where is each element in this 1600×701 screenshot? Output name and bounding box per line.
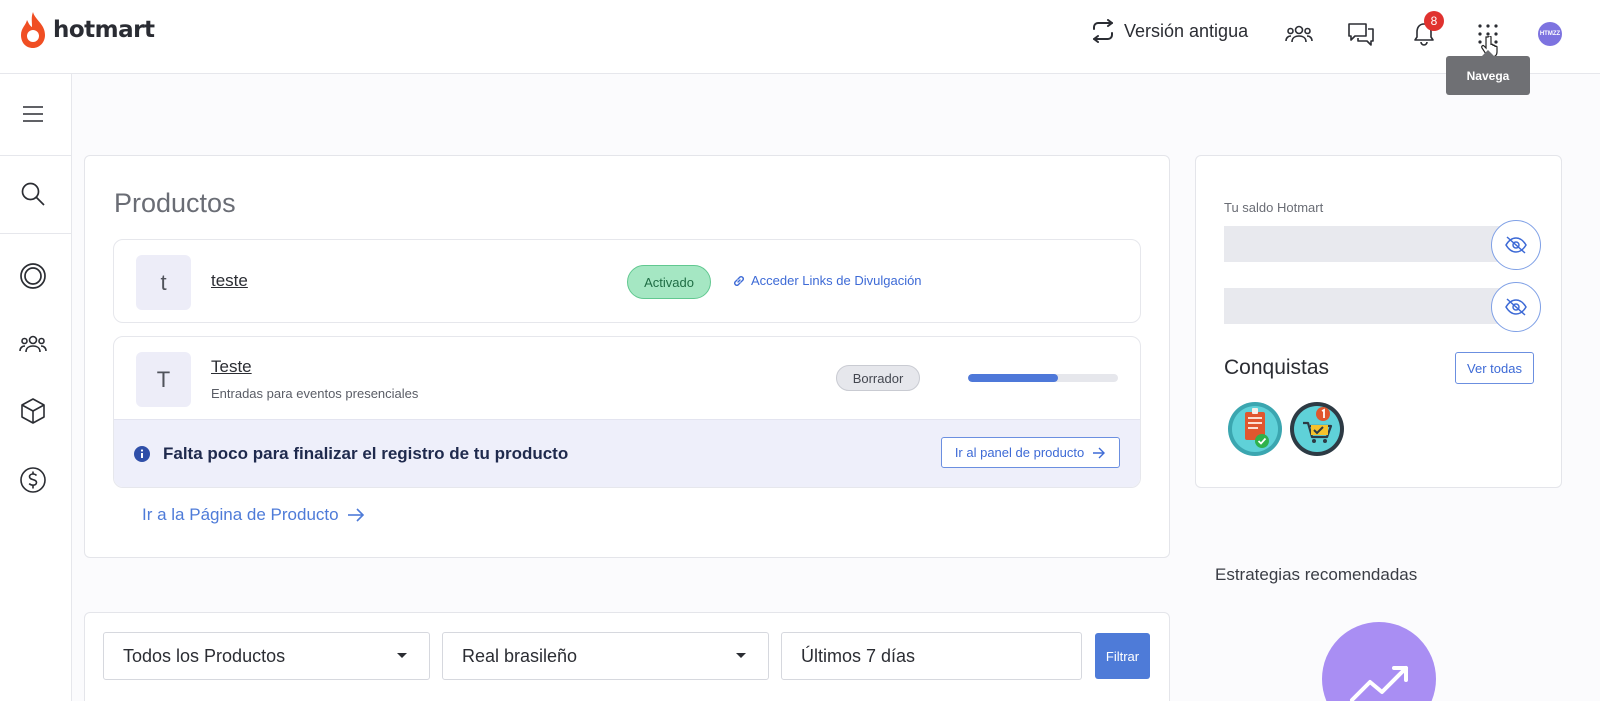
product-thumbnail: T xyxy=(136,352,191,407)
currency-filter-value: Real brasileño xyxy=(462,645,578,666)
currency-filter-select[interactable]: Real brasileño xyxy=(442,632,769,680)
filters-card: Todos los Productos Real brasileño Últim… xyxy=(84,612,1170,701)
see-all-achievements-button[interactable]: Ver todas xyxy=(1455,352,1534,384)
sidebar-item-goals[interactable] xyxy=(16,259,50,293)
product-page-link[interactable]: Ir a la Página de Producto xyxy=(142,505,365,525)
sidebar xyxy=(0,74,72,701)
link-icon xyxy=(734,275,744,286)
dollar-icon xyxy=(20,467,46,493)
certificate-achievement-icon[interactable] xyxy=(1227,401,1283,457)
products-card: Productos t teste Activado Acceder Links… xyxy=(84,155,1170,558)
product-filter-select[interactable]: Todos los Productos xyxy=(103,632,430,680)
sidebar-divider xyxy=(0,233,71,234)
hotmart-logo[interactable]: hotmart xyxy=(17,10,155,50)
avatar[interactable]: HTMZZ xyxy=(1538,22,1562,46)
sidebar-item-community[interactable] xyxy=(16,327,50,361)
users-icon xyxy=(1285,25,1313,43)
status-badge: Borrador xyxy=(836,365,920,391)
search-icon xyxy=(21,182,45,206)
balance-label: Tu saldo Hotmart xyxy=(1224,200,1324,215)
eye-off-icon xyxy=(1505,236,1527,254)
menu-icon xyxy=(23,106,43,122)
balance-hidden-value xyxy=(1224,288,1504,324)
eye-off-icon xyxy=(1505,298,1527,316)
target-icon xyxy=(20,263,46,289)
switch-icon xyxy=(1093,19,1113,43)
products-title: Productos xyxy=(114,188,236,218)
box-icon xyxy=(21,398,45,424)
old-version-label: Versión antigua xyxy=(1124,20,1249,41)
product-name-link[interactable]: teste xyxy=(211,271,248,291)
messages-button[interactable] xyxy=(1345,20,1377,48)
notification-badge: 8 xyxy=(1424,11,1444,31)
balance-hidden-value xyxy=(1224,226,1504,262)
caret-down-icon xyxy=(736,653,746,658)
product-thumbnail: t xyxy=(136,255,191,310)
recommended-strategies-title: Estrategias recomendadas xyxy=(1215,565,1418,584)
product-filter-value: Todos los Productos xyxy=(123,645,286,666)
product-page-label: Ir a la Página de Producto xyxy=(142,505,339,524)
balance-card: Tu saldo Hotmart Conquistas Ver todas xyxy=(1195,155,1562,488)
flame-logo-icon xyxy=(21,12,45,48)
chat-icon xyxy=(1348,23,1374,46)
registration-progress xyxy=(968,374,1118,382)
affiliate-links-link[interactable]: Acceder Links de Divulgación xyxy=(732,273,922,288)
navigation-tooltip: Navega xyxy=(1446,50,1530,95)
product-type: Entradas para eventos presenciales xyxy=(211,386,419,401)
sidebar-divider xyxy=(0,155,71,156)
logo-text: hotmart xyxy=(53,17,155,43)
community-button[interactable] xyxy=(1283,20,1315,48)
achievements-title: Conquistas xyxy=(1224,356,1330,379)
product-panel-label: Ir al panel de producto xyxy=(954,445,1085,460)
affiliate-links-label: Acceder Links de Divulgación xyxy=(751,273,922,288)
period-filter-input[interactable]: Últimos 7 días xyxy=(781,632,1082,680)
product-name-link[interactable]: Teste xyxy=(211,357,252,377)
product-panel-button[interactable]: Ir al panel de producto xyxy=(941,437,1120,468)
sidebar-search-button[interactable] xyxy=(16,177,50,211)
old-version-button[interactable]: Versión antigua xyxy=(1090,19,1248,43)
sidebar-item-products[interactable] xyxy=(16,394,50,428)
first-sale-achievement-icon[interactable] xyxy=(1289,401,1345,457)
alert-message: Falta poco para finalizar el registro de… xyxy=(163,444,569,463)
filter-button[interactable]: Filtrar xyxy=(1095,633,1150,679)
strategy-card-image[interactable] xyxy=(1322,622,1436,701)
users-icon xyxy=(19,335,47,353)
trending-up-icon xyxy=(1350,666,1408,701)
registration-progress-fill xyxy=(968,374,1058,382)
sidebar-item-sales[interactable] xyxy=(16,463,50,497)
arrow-right-icon xyxy=(1093,447,1106,458)
product-row: t teste Activado Acceder Links de Divulg… xyxy=(113,239,1141,323)
toggle-balance-visibility-button[interactable] xyxy=(1491,220,1541,270)
status-badge: Activado xyxy=(627,265,711,299)
toggle-balance-visibility-button[interactable] xyxy=(1491,282,1541,332)
period-filter-value: Últimos 7 días xyxy=(801,645,916,666)
registration-alert: Falta poco para finalizar el registro de… xyxy=(114,419,1140,487)
menu-toggle-button[interactable] xyxy=(16,97,50,131)
caret-down-icon xyxy=(397,653,407,658)
arrow-right-icon xyxy=(347,508,364,522)
top-bar: hotmart Versión antigua 8 HTMZZ xyxy=(0,0,1600,74)
product-row: T Teste Entradas para eventos presencial… xyxy=(113,336,1141,488)
info-icon xyxy=(134,446,150,462)
